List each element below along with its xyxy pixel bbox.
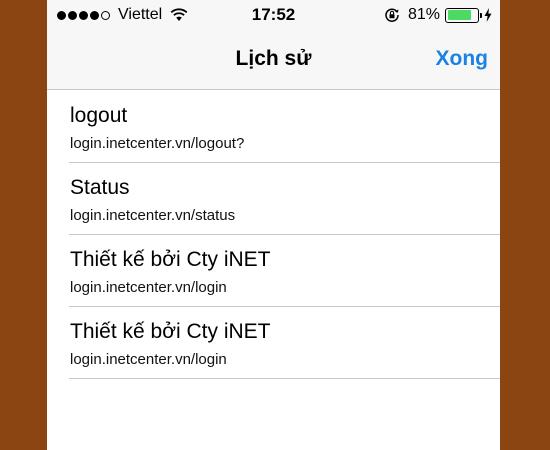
page-title: Lịch sử — [235, 47, 312, 70]
history-list: logout login.inetcenter.vn/logout? Statu… — [47, 91, 500, 379]
charging-bolt-icon — [484, 8, 492, 22]
history-item-url: login.inetcenter.vn/logout? — [70, 135, 245, 152]
history-item-title: logout — [70, 104, 128, 127]
history-item-url: login.inetcenter.vn/login — [70, 279, 227, 296]
status-right: 81% — [384, 6, 492, 24]
battery-cap — [479, 12, 482, 18]
done-button[interactable]: Xong — [436, 47, 489, 71]
history-item[interactable]: Thiết kế bởi Cty iNET login.inetcenter.v… — [69, 235, 500, 307]
history-item-title: Thiết kế bởi Cty iNET — [70, 248, 271, 271]
navigation-bar: Lịch sử Xong — [47, 30, 500, 90]
history-item[interactable]: logout login.inetcenter.vn/logout? — [69, 91, 500, 163]
battery-percent: 81% — [407, 6, 440, 23]
history-item-title: Status — [70, 176, 130, 199]
battery-fill — [447, 10, 471, 20]
history-item[interactable]: Status login.inetcenter.vn/status — [69, 163, 500, 235]
battery-icon — [445, 7, 482, 23]
history-item[interactable]: Thiết kế bởi Cty iNET login.inetcenter.v… — [69, 307, 500, 379]
history-item-url: login.inetcenter.vn/status — [70, 207, 236, 224]
phone-screen: Viettel 17:52 81% Lịch sử Xong logout lo… — [47, 0, 500, 450]
history-item-title: Thiết kế bởi Cty iNET — [70, 320, 271, 343]
history-item-url: login.inetcenter.vn/login — [70, 351, 227, 368]
rotation-lock-icon — [385, 8, 399, 22]
status-bar: Viettel 17:52 81% — [47, 0, 500, 30]
